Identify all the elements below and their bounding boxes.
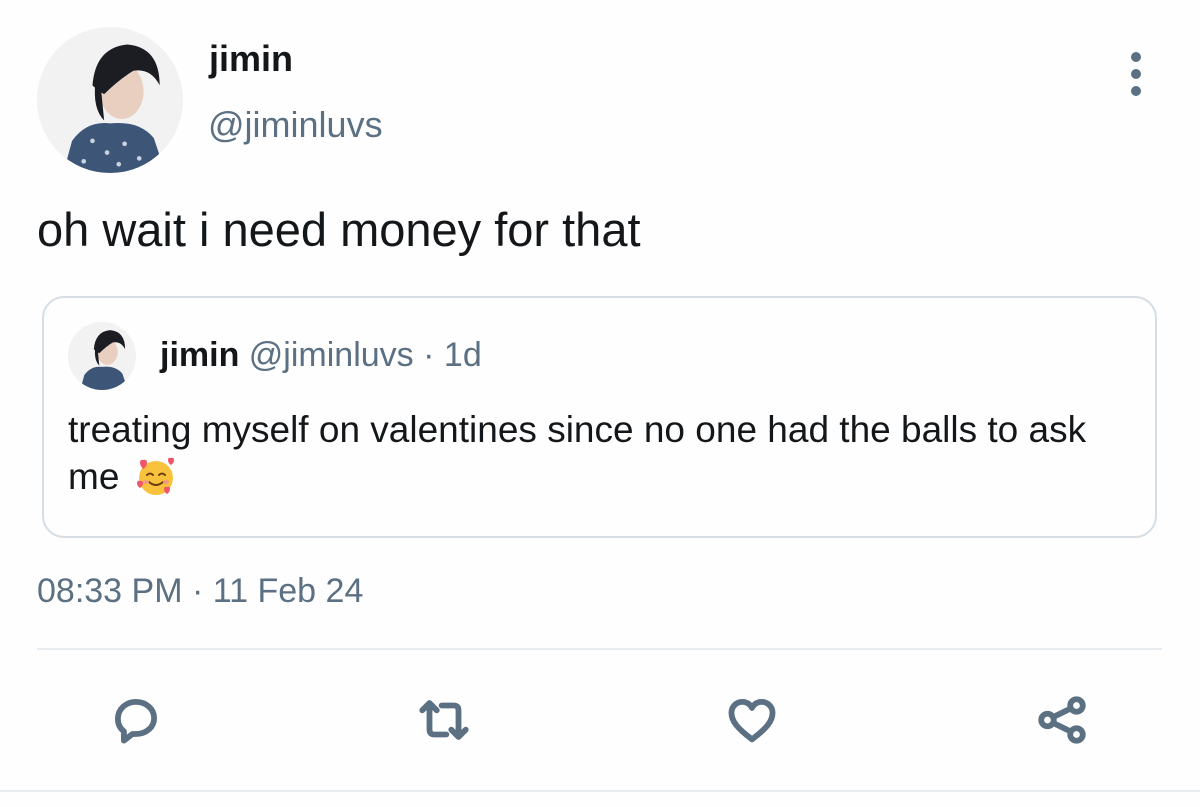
reply-button[interactable] (104, 688, 168, 752)
divider (37, 648, 1162, 650)
more-options-icon[interactable] (1120, 50, 1152, 98)
separator: · (423, 336, 435, 374)
share-button[interactable] (1030, 688, 1094, 752)
tweet-date: 11 Feb 24 (212, 572, 364, 610)
tweet-timestamp[interactable]: 08:33 PM · 11 Feb 24 (37, 572, 363, 611)
reply-icon (114, 698, 158, 744)
smiling-face-with-hearts-icon (134, 455, 178, 510)
tweet-text: oh wait i need money for that (37, 203, 641, 256)
quoted-author-handle: @jiminluvs (248, 336, 414, 374)
author-handle[interactable]: @jiminluvs (208, 104, 383, 146)
quoted-tweet-text: treating myself on valentines since no o… (68, 406, 1128, 510)
heart-icon (728, 698, 776, 743)
retweet-button[interactable] (412, 688, 476, 752)
separator: · (191, 572, 204, 610)
dot (1131, 52, 1141, 62)
dot (1131, 69, 1141, 79)
quoted-tweet-header: jimin @jiminluvs · 1d (160, 336, 482, 375)
divider (0, 790, 1200, 792)
quoted-tweet-body: treating myself on valentines since no o… (68, 409, 1087, 497)
retweet-icon (419, 700, 469, 740)
tweet-time: 08:33 PM (37, 572, 183, 610)
dot (1131, 86, 1141, 96)
share-icon (1038, 696, 1086, 744)
quoted-author-name: jimin (160, 336, 240, 374)
author-avatar[interactable] (37, 27, 183, 173)
quoted-tweet-card[interactable]: jimin @jiminluvs · 1d treating myself on… (42, 296, 1157, 538)
quoted-tweet-age: 1d (443, 336, 482, 374)
quoted-author-avatar (68, 322, 136, 390)
like-button[interactable] (720, 688, 784, 752)
author-name[interactable]: jimin (209, 38, 293, 80)
